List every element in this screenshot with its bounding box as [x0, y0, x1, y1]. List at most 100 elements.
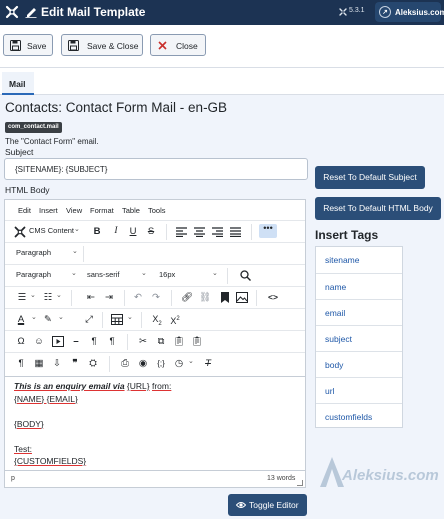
cms-content-dropdown[interactable]: CMS Content — [29, 226, 74, 235]
aleksius-watermark: Aleksius.com — [318, 453, 439, 493]
block-format-dropdown[interactable]: Paragraph — [16, 248, 51, 257]
image-icon[interactable] — [236, 292, 248, 303]
page-header-title: Edit Mail Template — [41, 5, 146, 19]
resize-handle-icon[interactable] — [297, 480, 303, 486]
code-sample-icon[interactable]: {;} — [155, 357, 167, 370]
underline-button[interactable]: U — [127, 225, 139, 238]
chevron-down-icon: ⌄ — [56, 292, 62, 299]
search-icon[interactable] — [240, 270, 251, 281]
indent-icon[interactable]: ⇥ — [103, 291, 115, 304]
emoticons-icon[interactable]: ☺ — [33, 335, 45, 348]
font-size-dropdown[interactable]: 16px — [159, 270, 175, 279]
save-icon — [10, 40, 21, 51]
text-color-icon[interactable]: A — [15, 313, 27, 326]
redo-icon[interactable]: ↷ — [150, 291, 162, 304]
visual-blocks-icon[interactable]: ▦ — [33, 357, 45, 370]
page-title: Contacts: Contact Form Mail - en-GB — [5, 100, 228, 115]
tab-bar: Mail — [0, 68, 444, 95]
menu-insert[interactable]: Insert — [39, 206, 58, 215]
align-justify-icon[interactable] — [230, 227, 241, 237]
fullscreen-icon[interactable]: ⤢ — [83, 313, 95, 326]
bold-button[interactable]: B — [91, 225, 103, 238]
editor-content[interactable]: This is an enquiry email via {URL} from:… — [5, 376, 305, 470]
editor-statusbar: p 13 words — [5, 470, 305, 488]
highlight-color-icon[interactable]: ✎ — [42, 313, 54, 326]
tab-mail-label: Mail — [9, 79, 26, 89]
toggle-editor-button[interactable]: Toggle Editor — [228, 494, 307, 516]
cut-icon[interactable]: ✂ — [137, 335, 149, 348]
ltr-icon[interactable]: ¶ — [88, 335, 100, 348]
paste-text-icon[interactable]: 📋︎ — [191, 335, 203, 348]
more-toolbar-icon[interactable]: ••• — [259, 224, 277, 238]
undo-icon[interactable]: ↶ — [132, 291, 144, 304]
menu-tools[interactable]: Tools — [148, 206, 166, 215]
source-code-icon[interactable]: <> — [266, 291, 280, 304]
align-center-icon[interactable] — [194, 227, 205, 237]
preview-icon[interactable]: ◉ — [137, 357, 149, 370]
reset-subject-button[interactable]: Reset To Default Subject — [315, 166, 425, 189]
tag-url[interactable]: url — [316, 377, 402, 403]
html-body-editor: Edit Insert View Format Table Tools CMS … — [4, 199, 306, 488]
strikethrough-button[interactable]: S — [145, 225, 157, 238]
tag-name[interactable]: name — [316, 273, 402, 299]
element-path[interactable]: p — [11, 475, 15, 482]
template-key-badge: com_contact.mail — [5, 122, 62, 133]
chevron-down-icon: ⌄ — [72, 248, 78, 255]
subscript-icon[interactable]: X2 — [150, 313, 164, 331]
paste-icon[interactable]: 📋︎ — [173, 335, 185, 348]
horizontal-rule-icon[interactable]: ⎯ — [70, 335, 82, 348]
numbered-list-icon[interactable]: ☷ — [42, 291, 54, 304]
blockquote-icon[interactable]: ❞ — [69, 357, 81, 370]
tag-body[interactable]: body — [316, 351, 402, 377]
tag-email[interactable]: email — [316, 299, 402, 325]
close-button[interactable]: Close — [150, 34, 206, 56]
menu-table[interactable]: Table — [122, 206, 140, 215]
insert-time-icon[interactable]: ◷ — [173, 357, 185, 370]
toolbar-divider — [227, 268, 228, 284]
copy-icon[interactable]: ⧉ — [155, 335, 167, 348]
reset-html-body-button[interactable]: Reset To Default HTML Body — [315, 197, 441, 220]
close-label: Close — [176, 41, 198, 51]
media-icon[interactable] — [52, 336, 64, 347]
table-icon[interactable] — [111, 314, 123, 325]
menu-edit[interactable]: Edit — [18, 206, 31, 215]
bookmark-icon[interactable] — [221, 292, 229, 303]
menu-format[interactable]: Format — [90, 206, 114, 215]
joomla-logo-icon[interactable] — [5, 5, 19, 19]
menu-view[interactable]: View — [66, 206, 82, 215]
italic-button[interactable]: I — [110, 225, 122, 238]
chevron-down-icon: ⌄ — [58, 314, 64, 321]
view-site-button[interactable]: Aleksius.com — [375, 2, 444, 22]
toolbar-divider — [127, 334, 128, 350]
rtl-icon[interactable]: ¶ — [106, 335, 118, 348]
toolbar-divider — [251, 224, 252, 240]
tag-customfields[interactable]: customfields — [316, 403, 402, 429]
special-char-icon[interactable]: Ω — [15, 335, 27, 348]
align-left-icon[interactable] — [176, 227, 187, 237]
unlink-icon[interactable]: ⛓︎ — [199, 291, 211, 304]
content-from: from: — [151, 381, 172, 391]
chevron-down-icon: ⌄ — [74, 226, 80, 233]
link-icon[interactable]: 🔗︎ — [181, 291, 193, 304]
print-icon[interactable]: ⎙ — [119, 357, 131, 370]
visual-chars-icon[interactable]: ¶ — [15, 357, 27, 370]
tab-mail[interactable]: Mail — [2, 72, 34, 95]
save-close-button[interactable]: Save & Close — [61, 34, 143, 56]
tag-subject[interactable]: subject — [316, 325, 402, 351]
outdent-icon[interactable]: ⇤ — [85, 291, 97, 304]
clear-formatting-icon[interactable]: T — [202, 357, 214, 370]
bullet-list-icon[interactable]: ☰ — [16, 291, 28, 304]
tag-sitename[interactable]: sitename — [316, 247, 402, 273]
template-icon[interactable]: ⛭ — [87, 357, 99, 370]
insert-date-icon[interactable]: ⇩ — [51, 357, 63, 370]
superscript-icon[interactable]: X2 — [168, 313, 182, 328]
subject-input[interactable]: {SITENAME}: {SUBJECT} — [4, 158, 308, 180]
editor-toolbar-row-4: ☰ ⌄ ☷ ⌄ ⇤ ⇥ ↶ ↷ 🔗︎ ⛓︎ <> — [5, 286, 305, 308]
align-right-icon[interactable] — [212, 227, 223, 237]
save-button[interactable]: Save — [3, 34, 53, 56]
paragraph-dropdown[interactable]: Paragraph — [16, 270, 51, 279]
word-count: 13 words — [267, 475, 296, 482]
font-family-dropdown[interactable]: sans-serif — [87, 270, 120, 279]
chevron-down-icon: ⌄ — [188, 358, 194, 365]
watermark-text: Aleksius.com — [342, 467, 439, 484]
